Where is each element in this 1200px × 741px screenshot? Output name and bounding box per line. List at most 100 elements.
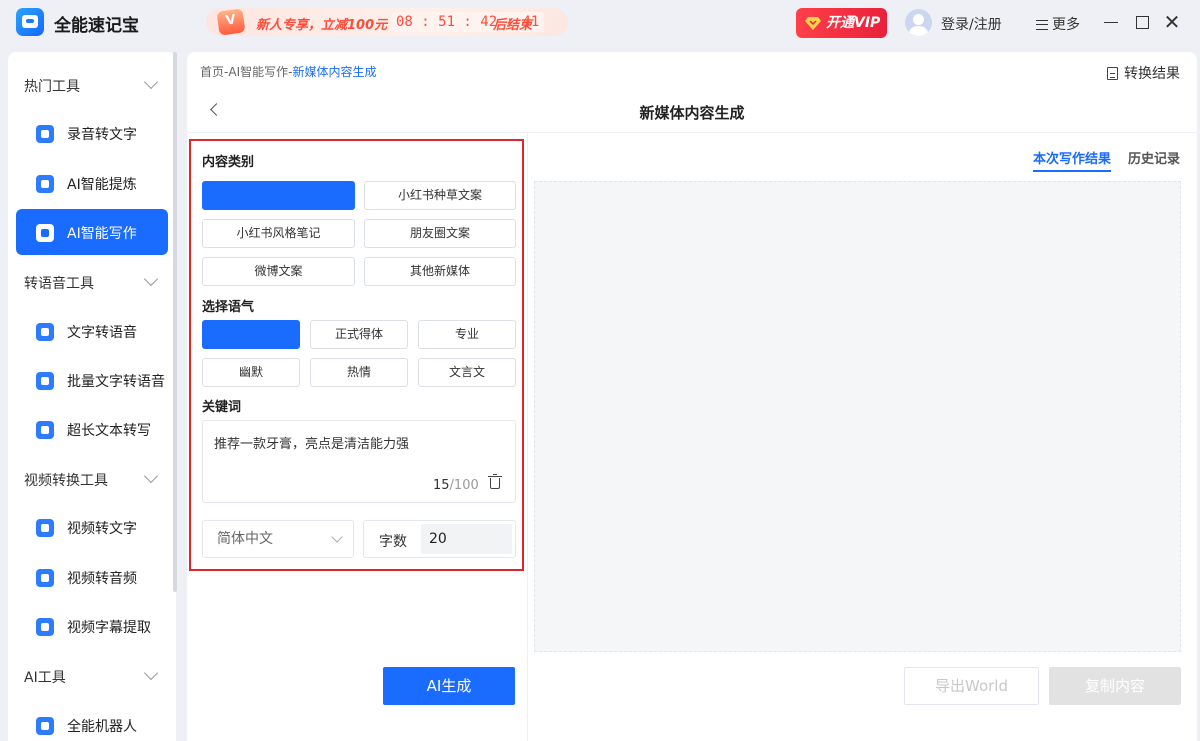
- title-bar: 全能速记宝 V 新人专享，立减100元 08 : 51 : 42 : 41 后结…: [0, 0, 1200, 46]
- convert-result-label: 转换结果: [1124, 66, 1180, 82]
- maximize-icon[interactable]: [1133, 13, 1151, 31]
- sidebar-item-ai-extract[interactable]: AI智能提炼: [16, 160, 168, 206]
- promo-suffix: 后结束: [493, 18, 533, 33]
- sidebar-item-ai-writing[interactable]: AI智能写作: [16, 209, 168, 255]
- sidebar-item-video-to-audio[interactable]: 视频转音频: [16, 554, 168, 600]
- tone-option[interactable]: [202, 320, 300, 349]
- sidebar-item-subtitle-extract[interactable]: 视频字幕提取: [16, 603, 168, 649]
- minimize-icon[interactable]: [1102, 13, 1120, 31]
- sidebar-group-hot-tools[interactable]: 热门工具: [24, 76, 80, 96]
- breadcrumb: 首页-AI智能写作-新媒体内容生成: [200, 63, 376, 80]
- sidebar-item-label: 视频字幕提取: [67, 620, 151, 636]
- convert-result-button[interactable]: 转换结果: [1107, 63, 1180, 83]
- promo-v-icon: V: [216, 8, 246, 36]
- tone-option[interactable]: 专业: [418, 320, 516, 349]
- sidebar-item-label: 文字转语音: [67, 325, 137, 341]
- content-type-option[interactable]: 其他新媒体: [364, 257, 516, 286]
- keyword-count: 15: [433, 478, 450, 493]
- sidebar-item-audio-to-text[interactable]: 录音转文字: [16, 110, 168, 156]
- keyword-value: 推荐一款牙膏，亮点是清洁能力强: [214, 437, 410, 452]
- trash-icon[interactable]: [488, 474, 502, 489]
- sidebar-item-long-text[interactable]: 超长文本转写: [16, 406, 168, 452]
- word-count-input[interactable]: 20: [421, 524, 512, 554]
- tone-option[interactable]: 幽默: [202, 358, 300, 387]
- header-divider: [187, 132, 1197, 133]
- word-count-label: 字数: [379, 534, 407, 550]
- document-icon: [1107, 67, 1118, 80]
- chevron-down-icon[interactable]: [143, 271, 159, 287]
- tab-history[interactable]: 历史记录: [1128, 148, 1180, 167]
- sidebar-item-video-to-text[interactable]: 视频转文字: [16, 504, 168, 550]
- long-text-icon: [33, 421, 54, 439]
- diamond-icon: [805, 17, 821, 30]
- language-value: 简体中文: [217, 531, 273, 547]
- chevron-down-icon[interactable]: [143, 665, 159, 681]
- keyword-input[interactable]: 推荐一款牙膏，亮点是清洁能力强 15/100: [202, 420, 516, 503]
- tone-option[interactable]: 文言文: [418, 358, 516, 387]
- sidebar-item-label: AI智能写作: [67, 226, 137, 242]
- sidebar-item-label: AI智能提炼: [67, 177, 137, 193]
- sidebar-item-label: 视频转文字: [67, 521, 137, 537]
- music-icon: [33, 569, 54, 587]
- promo-banner[interactable]: V 新人专享，立减100元 08 : 51 : 42 : 41 后结束: [206, 8, 568, 36]
- result-area[interactable]: [534, 181, 1181, 652]
- page-title: 新媒体内容生成: [639, 104, 745, 122]
- word-count-field: 字数 20: [363, 520, 516, 558]
- sidebar-item-label: 超长文本转写: [67, 423, 151, 439]
- sidebar-item-batch-tts[interactable]: 批量文字转语音: [16, 357, 168, 403]
- sidebar-item-text-to-speech[interactable]: 文字转语音: [16, 308, 168, 354]
- pane-divider: [527, 132, 528, 741]
- chevron-down-icon[interactable]: [143, 468, 159, 484]
- audio-icon: [33, 323, 54, 341]
- ai-generate-button[interactable]: AI生成: [383, 667, 515, 705]
- language-select[interactable]: 简体中文: [202, 520, 354, 558]
- sidebar-item-label: 全能机器人: [67, 719, 137, 735]
- tone-title: 选择语气: [202, 300, 255, 315]
- sidebar: 热门工具 录音转文字 AI智能提炼 AI智能写作 转语音工具 文字转语音 批量文…: [8, 52, 176, 741]
- pen-icon: [33, 224, 54, 242]
- content-type-title: 内容类别: [202, 155, 255, 170]
- breadcrumb-current: 新媒体内容生成: [292, 65, 377, 79]
- promo-text: 新人专享，立减100元: [256, 18, 388, 33]
- upload-icon: [33, 618, 54, 636]
- sidebar-item-label: 批量文字转语音: [67, 374, 165, 390]
- tone-option[interactable]: 正式得体: [310, 320, 408, 349]
- login-register-link[interactable]: 登录/注册: [941, 14, 1002, 34]
- avatar[interactable]: [905, 9, 932, 36]
- keyword-char-count: 15/100: [433, 478, 479, 493]
- tone-option[interactable]: 热情: [310, 358, 408, 387]
- copy-content-button[interactable]: 复制内容: [1049, 667, 1181, 705]
- more-menu-button[interactable]: 更多: [1036, 14, 1080, 34]
- content-type-option[interactable]: [202, 181, 355, 210]
- robot-icon: [33, 717, 54, 735]
- chevron-down-icon: [331, 531, 343, 543]
- app-title: 全能速记宝: [54, 16, 139, 36]
- open-vip-button[interactable]: 开通VIP: [796, 8, 887, 38]
- vip-label: 开通VIP: [826, 15, 881, 31]
- more-label: 更多: [1052, 17, 1080, 33]
- content-type-option[interactable]: 小红书种草文案: [364, 181, 516, 210]
- content-type-option[interactable]: 微博文案: [202, 257, 355, 286]
- close-icon[interactable]: ✕: [1163, 12, 1181, 32]
- main-panel: 首页-AI智能写作-新媒体内容生成 转换结果 新媒体内容生成 内容类别 小红书种…: [187, 52, 1197, 741]
- keyword-title: 关键词: [202, 400, 242, 415]
- sidebar-group-speech-tools[interactable]: 转语音工具: [24, 273, 94, 293]
- sidebar-scrollbar[interactable]: [173, 52, 177, 592]
- export-word-button[interactable]: 导出World: [904, 667, 1039, 705]
- text-icon: [33, 125, 54, 143]
- tab-current-result[interactable]: 本次写作结果: [1033, 148, 1112, 172]
- content-type-option[interactable]: 朋友圈文案: [364, 219, 516, 248]
- chevron-down-icon[interactable]: [143, 74, 159, 90]
- menu-icon: [1036, 20, 1048, 30]
- sidebar-item-label: 录音转文字: [67, 127, 137, 143]
- content-type-option[interactable]: 小红书风格笔记: [202, 219, 355, 248]
- sidebar-item-label: 视频转音频: [67, 571, 137, 587]
- app-logo-icon: [16, 8, 44, 36]
- sidebar-group-ai-tools[interactable]: AI工具: [24, 667, 66, 687]
- upload-icon: [33, 175, 54, 193]
- sidebar-item-robot[interactable]: 全能机器人: [16, 702, 168, 741]
- sidebar-group-video-tools[interactable]: 视频转换工具: [24, 470, 108, 490]
- breadcrumb-home[interactable]: 首页: [200, 65, 224, 79]
- keyword-max: /100: [449, 478, 479, 493]
- breadcrumb-parent[interactable]: AI智能写作: [228, 65, 288, 79]
